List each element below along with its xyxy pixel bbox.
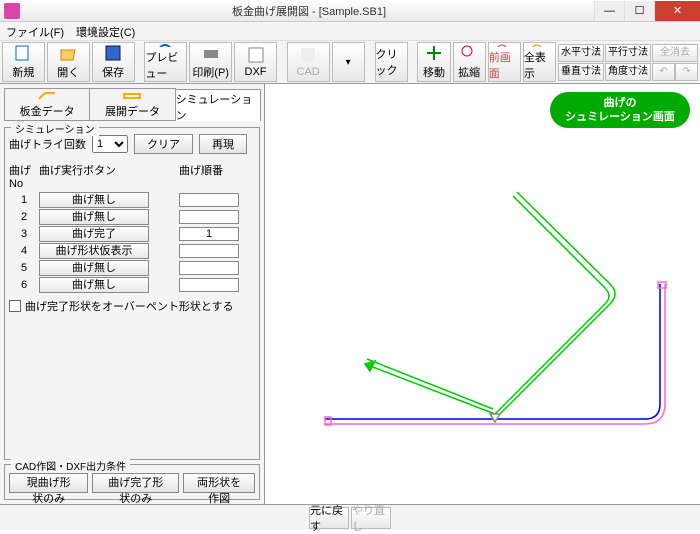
bend-order — [179, 278, 239, 292]
bend-no: 3 — [9, 228, 39, 240]
maximize-button[interactable]: ☐ — [624, 1, 654, 21]
save-button[interactable]: 保存 — [92, 42, 135, 82]
zoom-button[interactable]: 拡縮 — [453, 42, 486, 82]
bend-exec-button[interactable]: 曲げ無し — [39, 260, 149, 276]
app-icon — [4, 3, 20, 19]
undo-button[interactable]: 元に戻す — [309, 507, 349, 529]
dxf-button[interactable]: DXF — [234, 42, 277, 82]
redo-dim-button[interactable]: ↷ — [675, 63, 698, 81]
both-shape-button[interactable]: 両形状を作図 — [183, 473, 255, 493]
bend-order — [179, 244, 239, 258]
new-button[interactable]: 新規 — [2, 42, 45, 82]
move-button[interactable]: 移動 — [417, 42, 450, 82]
menu-file[interactable]: ファイル(F) — [6, 24, 64, 38]
preview-button[interactable]: プレビュー — [144, 42, 187, 82]
tab-expand-data[interactable]: 展開データ — [89, 88, 175, 120]
bend-row: 6 曲げ無し — [9, 277, 255, 293]
main-toolbar: 新規 開く 保存 プレビュー 印刷(P) DXF CAD ▾ クリック 移動 拡… — [0, 40, 700, 84]
dropdown-button[interactable]: ▾ — [332, 42, 365, 82]
bend-row: 2 曲げ無し — [9, 209, 255, 225]
simulation-group: シミュレーション 曲げトライ回数 1 クリア 再現 曲げNo曲げ実行ボタン曲げ順… — [4, 127, 260, 460]
try-select[interactable]: 1 — [92, 135, 128, 153]
cad-button[interactable]: CAD — [287, 42, 330, 82]
bend-exec-button[interactable]: 曲げ完了 — [39, 226, 149, 242]
open-button[interactable]: 開く — [47, 42, 90, 82]
try-label: 曲げトライ回数 — [9, 136, 86, 152]
bend-order — [179, 210, 239, 224]
overbend-label: 曲げ完了形状をオーバーペント形状とする — [25, 298, 234, 314]
close-button[interactable]: ✕ — [654, 1, 700, 21]
minimize-button[interactable]: — — [594, 1, 624, 21]
cad-legend: CAD作図・DXF出力条件 — [11, 458, 130, 473]
complete-shape-button[interactable]: 曲げ完了形状のみ — [92, 473, 179, 493]
prev-view-button[interactable]: 前画面 — [488, 42, 521, 82]
bend-drawing — [265, 84, 695, 484]
sim-legend: シミュレーション — [11, 121, 99, 136]
menu-env[interactable]: 環境設定(C) — [76, 24, 135, 38]
window-title: 板金曲げ展開図 - [Sample.SB1] — [24, 3, 594, 19]
pdim-button[interactable]: 平行寸法 — [605, 44, 651, 62]
clear-button[interactable]: クリア — [134, 134, 193, 154]
bend-no: 1 — [9, 194, 39, 206]
titlebar: 板金曲げ展開図 - [Sample.SB1] — ☐ ✕ — [0, 0, 700, 22]
show-all-button[interactable]: 全表示 — [523, 42, 556, 82]
undo-dim-button[interactable]: ↶ — [652, 63, 675, 81]
tab-sheet-data[interactable]: 板金データ — [4, 88, 90, 120]
replay-button[interactable]: 再現 — [199, 134, 247, 154]
bend-exec-button[interactable]: 曲げ形状仮表示 — [39, 243, 149, 259]
bend-no: 4 — [9, 245, 39, 257]
tab-strip: 板金データ 展開データ シミュレーション — [4, 88, 260, 121]
bend-row: 1 曲げ無し — [9, 192, 255, 208]
click-button[interactable]: クリック — [375, 42, 408, 82]
current-shape-button[interactable]: 現曲げ形状のみ — [9, 473, 88, 493]
bend-no: 5 — [9, 262, 39, 274]
bend-order: 1 — [179, 227, 239, 241]
bend-row: 3 曲げ完了 1 — [9, 226, 255, 242]
redo-button[interactable]: やり直し — [351, 507, 391, 529]
bend-order — [179, 193, 239, 207]
bend-row: 4 曲げ形状仮表示 — [9, 243, 255, 259]
drawing-canvas[interactable]: 曲げのシュミレーション画面 — [265, 84, 700, 504]
tab-simulation[interactable]: シミュレーション — [175, 89, 261, 121]
vdim-button[interactable]: 垂直寸法 — [558, 63, 604, 81]
bend-table-header: 曲げNo曲げ実行ボタン曲げ順番 — [9, 162, 255, 190]
adim-button[interactable]: 角度寸法 — [605, 63, 651, 81]
bend-no: 6 — [9, 279, 39, 291]
bend-no: 2 — [9, 211, 39, 223]
bend-exec-button[interactable]: 曲げ無し — [39, 277, 149, 293]
bend-row: 5 曲げ無し — [9, 260, 255, 276]
overbend-checkbox[interactable] — [9, 300, 21, 312]
left-panel: 板金データ 展開データ シミュレーション シミュレーション 曲げトライ回数 1 … — [0, 84, 265, 504]
dimension-toolbar: 水平寸法 平行寸法 全消去 垂直寸法 角度寸法 ↶↷ — [558, 44, 698, 81]
print-button[interactable]: 印刷(P) — [189, 42, 232, 82]
bend-order — [179, 261, 239, 275]
cad-output-group: CAD作図・DXF出力条件 現曲げ形状のみ 曲げ完了形状のみ 両形状を作図 — [4, 464, 260, 500]
bend-exec-button[interactable]: 曲げ無し — [39, 192, 149, 208]
clear-dim-button[interactable]: 全消去 — [652, 44, 698, 62]
menubar: ファイル(F) 環境設定(C) — [0, 22, 700, 40]
hdim-button[interactable]: 水平寸法 — [558, 44, 604, 62]
bend-exec-button[interactable]: 曲げ無し — [39, 209, 149, 225]
